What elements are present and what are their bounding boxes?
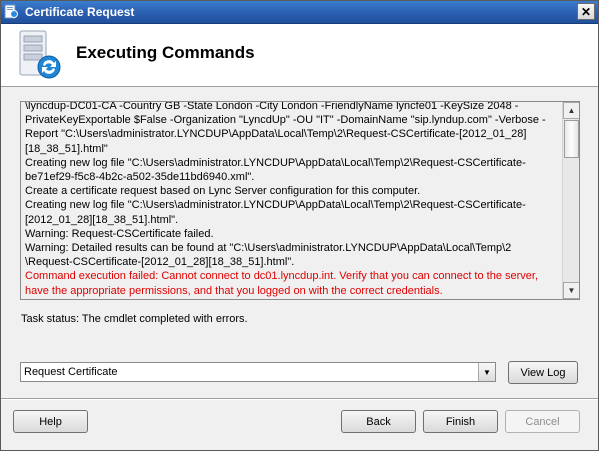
arrow-down-icon: ▼ [567, 286, 576, 295]
server-sync-icon [15, 29, 67, 81]
finish-button[interactable]: Finish [423, 410, 498, 433]
log-line: Creating new log file "C:\Users\administ… [25, 156, 526, 169]
arrow-up-icon: ▲ [567, 106, 576, 115]
log-line: [18_38_51].html" [25, 142, 108, 155]
log-error-line: have the appropriate permissions, and th… [25, 284, 443, 297]
log-text: \lyncdup-DC01-CA -Country GB -State Lond… [25, 101, 560, 298]
page-title: Executing Commands [76, 43, 255, 62]
back-button[interactable]: Back [341, 410, 416, 433]
log-error-line: Command execution failed: Cannot connect… [25, 270, 539, 283]
close-icon: ✕ [580, 4, 592, 19]
log-line: \Request-CSCertificate-[2012_01_28][18_3… [25, 256, 295, 269]
view-log-button[interactable]: View Log [508, 361, 578, 384]
cancel-button[interactable]: Cancel [505, 410, 580, 433]
title-bar: Certificate Request ✕ [0, 0, 599, 24]
log-line: PrivateKeyExportable $False -Organizatio… [25, 114, 546, 127]
command-output-log[interactable]: \lyncdup-DC01-CA -Country GB -State Lond… [20, 101, 580, 300]
window-title: Certificate Request [25, 4, 135, 19]
log-line: \lyncdup-DC01-CA -Country GB -State Lond… [25, 101, 519, 112]
log-line: Report "C:\Users\administrator.LYNCDUP\A… [25, 128, 527, 141]
chevron-down-icon: ▼ [483, 367, 491, 377]
log-line: [2012_01_28][18_38_51].html". [25, 213, 179, 226]
log-line: Creating new log file "C:\Users\administ… [25, 199, 526, 212]
wizard-header: Executing Commands [0, 24, 599, 87]
dropdown-button[interactable]: ▼ [478, 363, 495, 381]
certificate-app-icon [4, 4, 19, 19]
log-line: Create a certificate request based on Ly… [25, 185, 421, 198]
command-select-value: Request Certificate [24, 366, 118, 378]
scroll-down-button[interactable]: ▼ [563, 282, 579, 299]
log-line: Warning: Detailed results can be found a… [25, 242, 512, 255]
vertical-scrollbar[interactable]: ▲ ▼ [562, 102, 579, 299]
scrollbar-thumb[interactable] [564, 120, 579, 158]
scroll-up-button[interactable]: ▲ [563, 102, 579, 119]
log-line: be71ef29-f5c8-4b2c-a502-35de11bd6940.xml… [25, 171, 255, 184]
help-button[interactable]: Help [13, 410, 88, 433]
log-line: Warning: Request-CSCertificate failed. [25, 227, 214, 240]
close-button[interactable]: ✕ [577, 3, 595, 20]
command-select[interactable]: Request Certificate ▼ [20, 362, 496, 382]
task-status: Task status: The cmdlet completed with e… [21, 313, 248, 325]
divider [0, 398, 599, 400]
